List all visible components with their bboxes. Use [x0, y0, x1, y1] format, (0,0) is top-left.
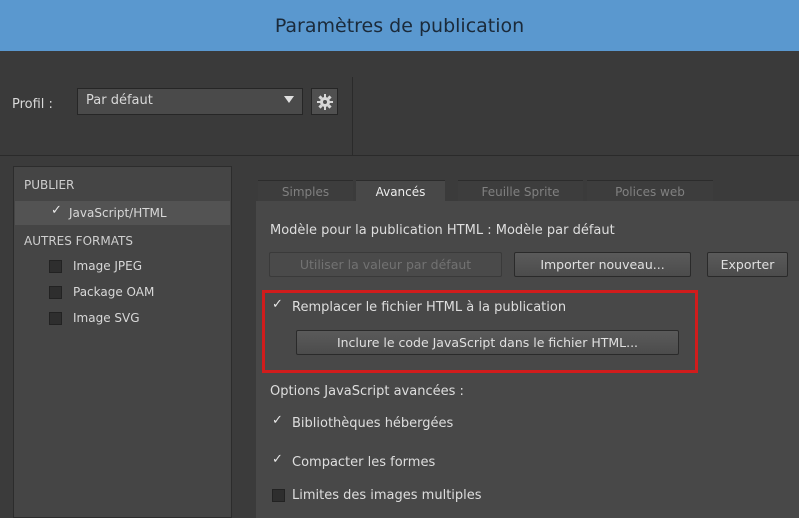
tab-feuille-sprite[interactable]: Feuille Sprite	[458, 180, 583, 202]
tab-polices-web[interactable]: Polices web	[587, 180, 713, 202]
profile-area: Profil : Par défaut	[0, 51, 799, 156]
html-template-label: Modèle pour la publication HTML : Modèle…	[270, 223, 615, 238]
tab-avances[interactable]: Avancés	[356, 180, 445, 202]
checkbox-hosted-libraries[interactable]	[272, 413, 285, 430]
use-default-button[interactable]: Utiliser la valeur par défaut	[269, 252, 502, 277]
button-label: Inclure le code JavaScript dans le fichi…	[336, 335, 639, 350]
sidebar-item-javascript-html[interactable]: JavaScript/HTML	[15, 201, 230, 225]
chevron-down-icon	[284, 96, 294, 103]
export-button[interactable]: Exporter	[707, 252, 788, 277]
include-js-button[interactable]: Inclure le code JavaScript dans le fichi…	[296, 330, 679, 355]
checkbox-multiframe-bounds[interactable]	[272, 489, 285, 502]
compact-shapes-option[interactable]: Compacter les formes	[272, 452, 436, 470]
option-label: Remplacer le fichier HTML à la publicati…	[292, 300, 567, 315]
checkbox-overwrite-html[interactable]	[272, 297, 285, 314]
gear-icon	[316, 93, 333, 110]
checkbox-image-jpeg[interactable]	[49, 259, 62, 273]
overwrite-html-option[interactable]: Remplacer le fichier HTML à la publicati…	[272, 297, 567, 315]
format-sidebar: PUBLIER JavaScript/HTML AUTRES FORMATS I…	[13, 166, 232, 518]
option-label: Limites des images multiples	[292, 488, 482, 503]
tab-label: Avancés	[375, 184, 426, 199]
tab-label: Simples	[281, 184, 330, 199]
profile-label: Profil :	[12, 97, 53, 112]
sidebar-item-label: Image JPEG	[73, 259, 143, 273]
import-new-button[interactable]: Importer nouveau...	[514, 252, 691, 277]
js-options-header: Options JavaScript avancées :	[270, 384, 464, 399]
tab-label: Feuille Sprite	[481, 184, 560, 199]
button-label: Exporter	[720, 257, 775, 272]
publish-header: PUBLIER	[24, 178, 75, 192]
multiframe-bounds-option[interactable]: Limites des images multiples	[272, 488, 482, 503]
sidebar-item-image-jpeg[interactable]: Image JPEG	[49, 259, 142, 273]
profile-selected-value: Par défaut	[86, 93, 153, 108]
other-formats-header: AUTRES FORMATS	[24, 234, 133, 248]
sidebar-item-image-svg[interactable]: Image SVG	[49, 311, 140, 325]
checkbox-package-oam[interactable]	[49, 285, 62, 299]
hosted-libraries-option[interactable]: Bibliothèques hébergées	[272, 413, 454, 431]
sidebar-item-label: Package OAM	[73, 285, 155, 299]
sidebar-item-label: Image SVG	[73, 311, 140, 325]
option-label: Bibliothèques hébergées	[292, 416, 454, 431]
window-titlebar: Paramètres de publication	[0, 0, 799, 51]
checkbox-javascript-html[interactable]	[51, 203, 64, 220]
profile-dropdown[interactable]: Par défaut	[77, 88, 303, 115]
option-label: Compacter les formes	[292, 455, 436, 470]
profile-divider	[352, 77, 353, 155]
checkbox-compact-shapes[interactable]	[272, 452, 285, 469]
tab-simples[interactable]: Simples	[258, 180, 353, 202]
tab-label: Polices web	[615, 184, 685, 199]
button-label: Importer nouveau...	[540, 257, 665, 272]
profile-settings-button[interactable]	[311, 88, 338, 115]
sidebar-item-package-oam[interactable]: Package OAM	[49, 285, 154, 299]
button-label: Utiliser la valeur par défaut	[299, 257, 472, 272]
sidebar-item-label: JavaScript/HTML	[69, 206, 167, 220]
checkbox-image-svg[interactable]	[49, 311, 62, 325]
window-title: Paramètres de publication	[274, 14, 525, 37]
